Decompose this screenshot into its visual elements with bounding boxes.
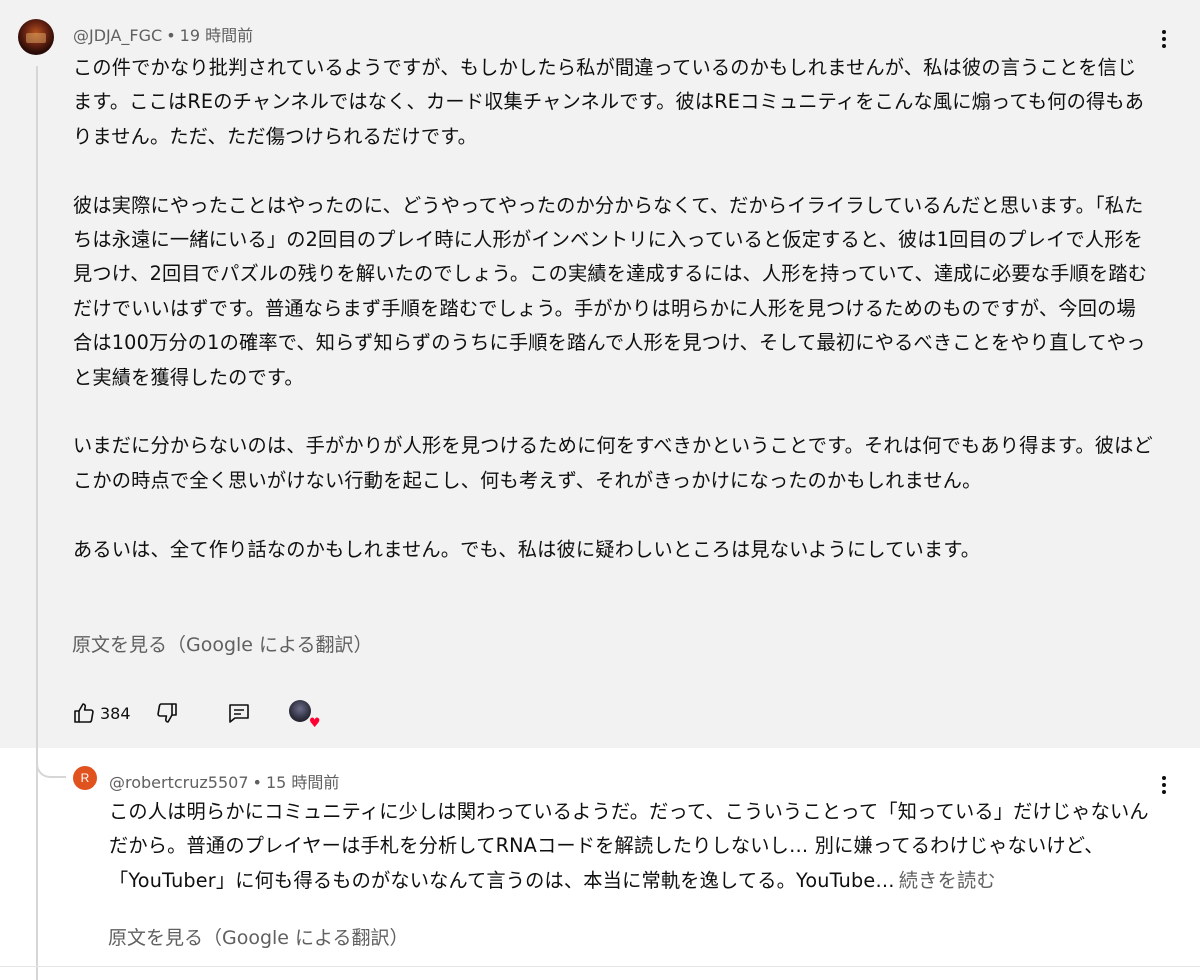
- reply-author-handle[interactable]: @robertcruz5507: [109, 773, 249, 792]
- creator-heart-icon: ♥: [288, 700, 321, 730]
- heart-icon: ♥: [308, 716, 321, 731]
- thread-connector: [36, 740, 66, 778]
- see-original-link[interactable]: 原文を見る（Google による翻訳）: [72, 630, 372, 657]
- comment-paragraph: この件でかなり批判されているようですが、もしかしたら私が間違っているのかもしれま…: [73, 56, 1145, 148]
- reply-button[interactable]: [227, 701, 251, 725]
- reply-body: この人は明らかにコミュニティに少しは関わっているようだ。だって、こういうことって…: [109, 795, 1159, 898]
- divider: [0, 966, 1200, 967]
- like-count: 384: [100, 703, 131, 723]
- thumbs-down-icon: [156, 703, 177, 723]
- reply-comment-icon: [228, 704, 249, 723]
- comment-timestamp[interactable]: 19 時間前: [180, 26, 253, 45]
- comment-body: この件でかなり批判されているようですが、もしかしたら私が間違っているのかもしれま…: [73, 51, 1153, 567]
- author-handle[interactable]: @JDJA_FGC: [73, 26, 162, 45]
- reply-avatar[interactable]: R: [73, 766, 97, 790]
- comment-header: @JDJA_FGC • 19 時間前: [73, 22, 253, 46]
- reply-timestamp[interactable]: 15 時間前: [266, 773, 339, 792]
- separator-dot: •: [166, 26, 176, 45]
- comment-paragraph: 彼は実際にやったことはやったのに、どうやってやったのか分からなくて、だからイライ…: [73, 193, 1148, 389]
- like-button[interactable]: 384: [72, 701, 131, 725]
- dislike-button[interactable]: [155, 701, 179, 725]
- comment-paragraph: あるいは、全て作り話なのかもしれません。でも、私は彼に疑わしいところは見ないよう…: [73, 537, 981, 561]
- thread-line: [36, 66, 38, 980]
- separator-dot: •: [252, 773, 262, 792]
- thumbs-up-icon: [74, 703, 94, 723]
- comment-paragraph: いまだに分からないのは、手がかりが人形を見つけるために何をすべきかということです…: [73, 434, 1153, 492]
- read-more-link[interactable]: 続きを読む: [899, 869, 996, 892]
- more-vert-icon[interactable]: [1154, 773, 1174, 797]
- more-vert-icon[interactable]: [1154, 27, 1174, 51]
- avatar[interactable]: [18, 19, 54, 55]
- creator-avatar: [288, 700, 311, 722]
- comments-page: @JDJA_FGC • 19 時間前 この件でかなり批判されているようですが、もしか…: [0, 0, 1200, 980]
- comment-actions: 384 ♥: [72, 699, 321, 730]
- see-original-link[interactable]: 原文を見る（Google による翻訳）: [108, 923, 408, 950]
- reply-header: @robertcruz5507 • 15 時間前: [109, 769, 339, 793]
